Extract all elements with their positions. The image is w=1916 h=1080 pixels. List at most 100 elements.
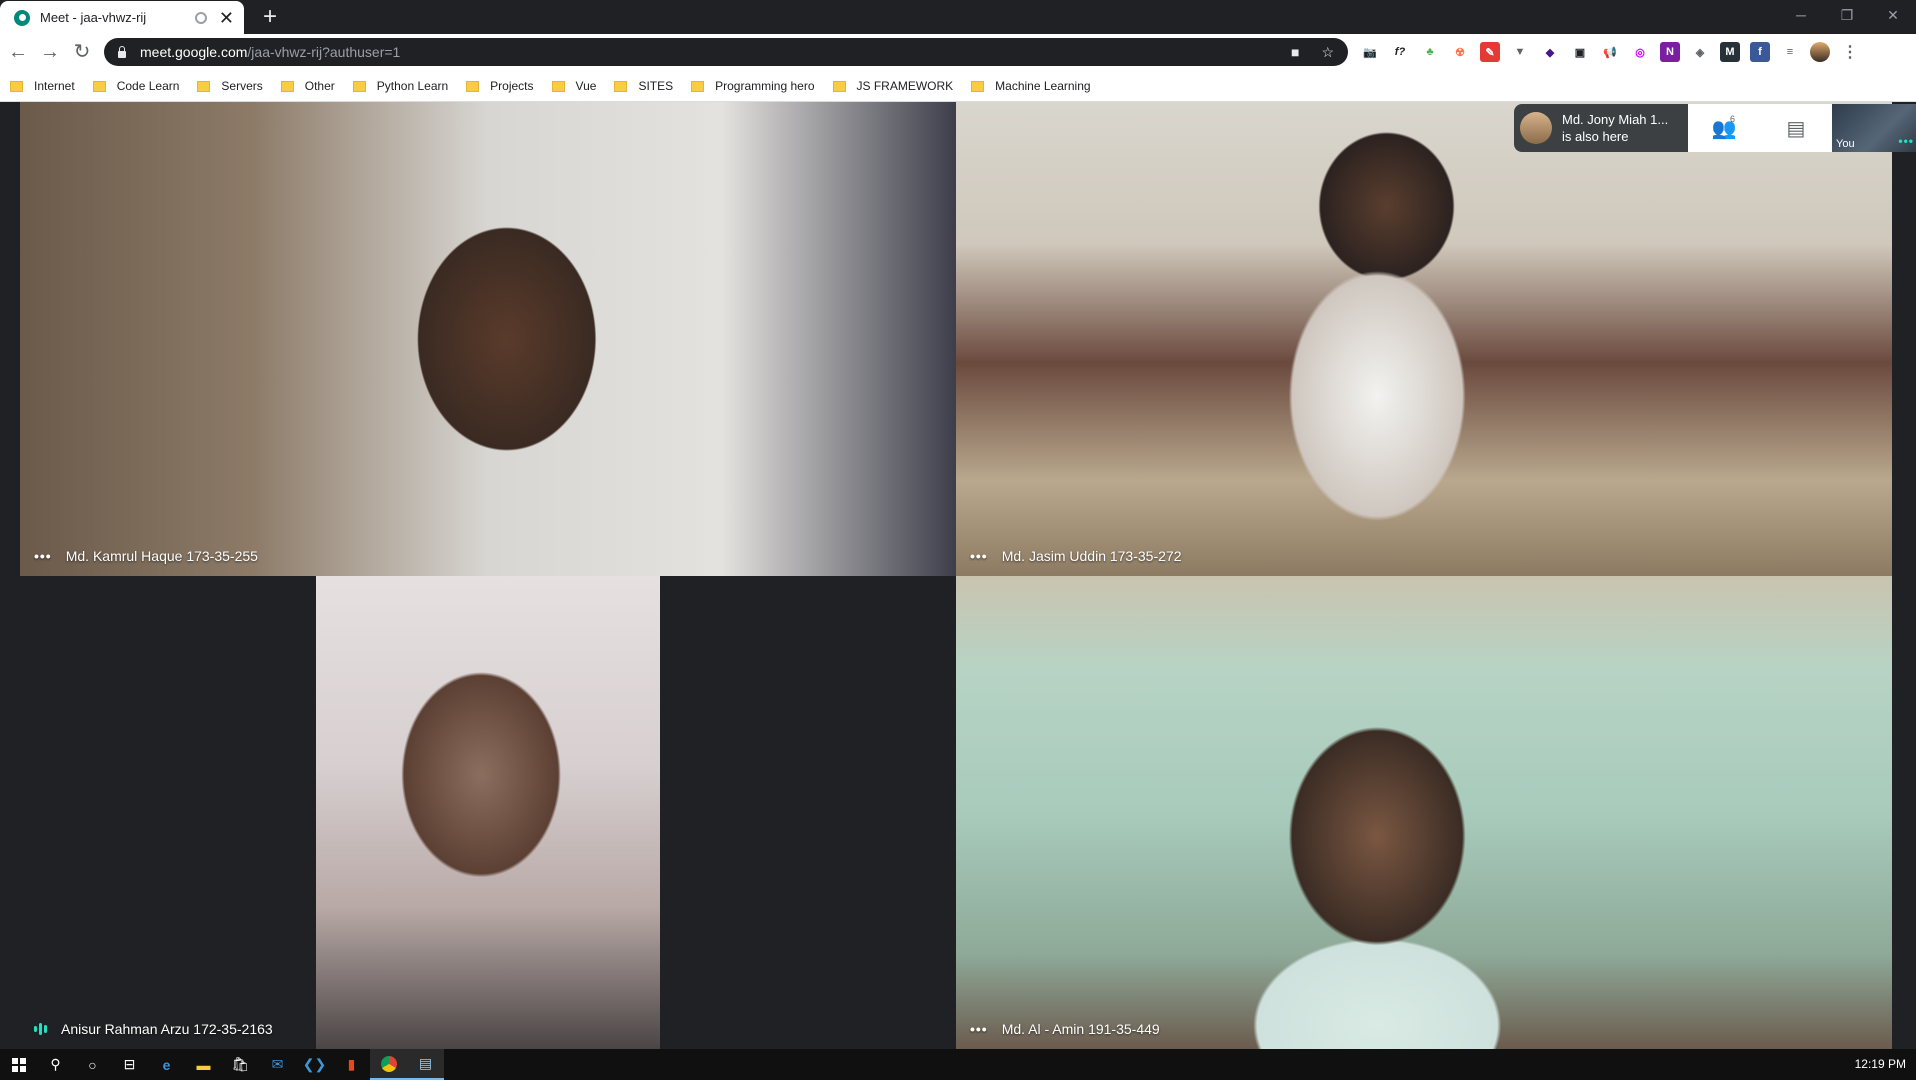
close-tab-icon[interactable]: ✕	[219, 9, 234, 27]
search-icon[interactable]: ⚲	[37, 1049, 74, 1080]
chat-button[interactable]: ▤	[1780, 116, 1812, 141]
minimize-button[interactable]: ─	[1778, 0, 1824, 30]
self-view[interactable]: You •••	[1832, 104, 1916, 152]
taskbar-clock[interactable]: 12:19 PM	[1855, 1057, 1906, 1071]
participant-label: ••• Md. Kamrul Haque 173-35-255	[34, 548, 258, 564]
bookmark-machine-learning[interactable]: Machine Learning	[971, 78, 1091, 93]
bookmark-js-framework[interactable]: JS FRAMEWORK	[832, 79, 953, 93]
store-icon[interactable]: 🛍	[222, 1049, 259, 1080]
bookmark-star-icon[interactable]: ☆	[1321, 44, 1334, 61]
windows-taskbar: ⚲ ○ ⊟ e ▬ 🛍 ✉ ❮❯ ▮ ▤ 12:19 PM	[0, 1049, 1916, 1080]
reading-list-icon[interactable]: ≡	[1780, 42, 1800, 62]
task-view-icon[interactable]: ⊟	[111, 1049, 148, 1080]
extension-purple-icon[interactable]: ◆	[1540, 42, 1560, 62]
bookmark-other[interactable]: Other	[280, 79, 335, 93]
speaking-indicator-icon	[34, 1022, 47, 1036]
participant-label: ••• Md. Jasim Uddin 173-35-272	[970, 548, 1181, 564]
vscode-icon[interactable]: ❮❯	[296, 1049, 333, 1080]
extension-box-icon[interactable]: ▣	[1570, 42, 1590, 62]
forward-button[interactable]: →	[38, 40, 62, 64]
folder-icon	[691, 81, 705, 92]
bookmark-label: Machine Learning	[995, 78, 1091, 93]
bookmark-label: Python Learn	[376, 78, 449, 93]
vue-devtools-icon[interactable]: ▼	[1510, 42, 1530, 62]
participant-name: Md. Al - Amin 191-35-449	[1001, 1021, 1160, 1037]
folder-icon	[352, 81, 366, 92]
participant-name: Anisur Rahman Arzu 172-35-2163	[61, 1021, 273, 1037]
new-tab-button[interactable]: +	[256, 3, 284, 31]
more-options-icon[interactable]: •••	[34, 548, 52, 564]
extension-circle-icon[interactable]: ◎	[1630, 42, 1650, 62]
notification-name: Md. Jony Miah 1...	[1562, 112, 1669, 127]
url-host: meet.google.com	[140, 44, 248, 60]
mail-icon[interactable]: ✉	[259, 1049, 296, 1080]
participant-tile-2[interactable]: ••• Md. Jasim Uddin 173-35-272	[956, 102, 1892, 576]
participant-name: Md. Jasim Uddin 173-35-272	[1001, 548, 1182, 564]
more-options-icon[interactable]: •••	[970, 548, 988, 564]
participant-name: Md. Kamrul Haque 173-35-255	[65, 548, 258, 564]
bookmark-label: Servers	[221, 78, 263, 93]
join-notification: Md. Jony Miah 1... is also here	[1514, 104, 1688, 152]
bookmark-internet[interactable]: Internet	[10, 79, 75, 93]
bookmark-servers[interactable]: Servers	[197, 78, 263, 93]
bookmark-label: Projects	[490, 78, 534, 93]
reload-button[interactable]: ↻	[70, 40, 94, 64]
extension-m-icon[interactable]: M	[1720, 42, 1740, 62]
folder-icon	[832, 81, 846, 92]
extension-red-icon[interactable]: ✎	[1480, 42, 1500, 62]
screenshot-extension-icon[interactable]: 📷	[1360, 42, 1380, 62]
cortana-icon[interactable]: ○	[74, 1049, 111, 1080]
folder-icon	[280, 81, 294, 92]
file-explorer-icon[interactable]: ▬	[185, 1049, 222, 1080]
bookmark-programming-hero[interactable]: Programming hero	[691, 79, 815, 93]
bookmark-label: Code Learn	[116, 78, 180, 93]
avatar	[1520, 112, 1552, 144]
start-button[interactable]	[0, 1049, 37, 1080]
address-bar[interactable]: meet.google.com/jaa-vhwz-rij?authuser=1 …	[104, 38, 1348, 66]
window-controls: ─ ❐ ✕	[1778, 0, 1916, 30]
camera-in-use-icon[interactable]: ■	[1291, 44, 1299, 61]
menu-kebab-icon[interactable]: ⋮	[1840, 42, 1860, 62]
formula-extension-icon[interactable]: f?	[1390, 42, 1410, 62]
restore-button[interactable]: ❐	[1824, 0, 1870, 30]
close-window-button[interactable]: ✕	[1870, 0, 1916, 30]
notepad-icon[interactable]: ▤	[407, 1049, 444, 1080]
participant-tile-1[interactable]: ••• Md. Kamrul Haque 173-35-255	[20, 102, 956, 576]
folder-icon	[92, 81, 106, 92]
folder-icon	[466, 81, 480, 92]
participant-tile-4[interactable]: ••• Md. Al - Amin 191-35-449	[956, 576, 1892, 1049]
facebook-icon[interactable]: f	[1750, 42, 1770, 62]
chrome-icon[interactable]	[370, 1049, 407, 1080]
participant-video	[316, 576, 660, 1049]
participant-tile-3[interactable]: Anisur Rahman Arzu 172-35-2163	[20, 576, 956, 1049]
edge-icon[interactable]: e	[148, 1049, 185, 1080]
profile-avatar[interactable]	[1810, 42, 1830, 62]
bookmark-python-learn[interactable]: Python Learn	[352, 78, 449, 93]
onenote-icon[interactable]: N	[1660, 42, 1680, 62]
extensions-bar: 📷 f? ♣ ☢ ✎ ▼ ◆ ▣ 📢 ◎ N ◈ M f ≡ ⋮	[1360, 42, 1860, 62]
lock-icon	[118, 45, 126, 58]
extension-megaphone-icon[interactable]: 📢	[1600, 42, 1620, 62]
windows-logo-icon	[11, 1057, 26, 1072]
more-options-icon[interactable]: •••	[970, 1021, 988, 1037]
pocket-icon[interactable]: ◈	[1690, 42, 1710, 62]
recording-indicator-icon	[194, 11, 207, 24]
bookmark-code-learn[interactable]: Code Learn	[92, 78, 180, 93]
chat-icon: ▤	[1786, 117, 1806, 140]
participant-label: ••• Md. Al - Amin 191-35-449	[970, 1021, 1160, 1037]
extension-green-icon[interactable]: ♣	[1420, 42, 1440, 62]
meet-favicon-icon	[14, 9, 30, 26]
participant-label: Anisur Rahman Arzu 172-35-2163	[34, 1021, 273, 1037]
bookmark-sites[interactable]: SITES	[614, 79, 673, 93]
people-button[interactable]: 👥 6	[1708, 114, 1740, 141]
folder-icon	[614, 81, 628, 92]
folder-icon	[10, 81, 23, 92]
bookmark-projects[interactable]: Projects	[466, 78, 534, 93]
back-button[interactable]: ←	[6, 40, 30, 64]
browser-tab-meet[interactable]: Meet - jaa-vhwz-rij ✕	[0, 1, 244, 34]
office-icon[interactable]: ▮	[333, 1049, 370, 1080]
url-path: /jaa-vhwz-rij?authuser=1	[247, 44, 401, 60]
extension-orange-icon[interactable]: ☢	[1450, 42, 1470, 62]
self-more-options-icon[interactable]: •••	[1898, 134, 1914, 148]
bookmark-vue[interactable]: Vue	[551, 79, 596, 93]
